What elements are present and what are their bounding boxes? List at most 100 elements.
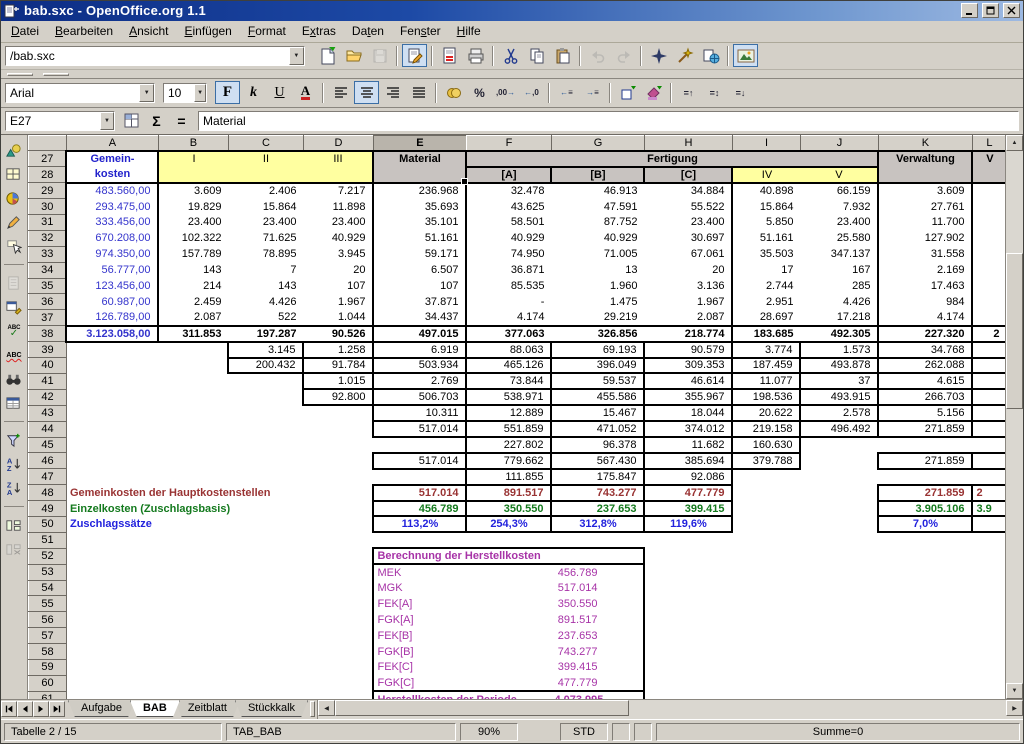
cell-I56[interactable]: [732, 612, 800, 628]
cell-H33[interactable]: 67.061: [644, 246, 732, 262]
cell-I30[interactable]: 15.864: [732, 199, 800, 215]
copy-button[interactable]: [524, 44, 549, 67]
cell-B53[interactable]: [158, 564, 228, 580]
sort-ascending-button[interactable]: AZ: [2, 452, 26, 476]
cell-E41[interactable]: 2.769: [373, 373, 466, 389]
stylist-button[interactable]: [672, 44, 697, 67]
cell-B55[interactable]: [158, 596, 228, 612]
menu-fenster[interactable]: Fenster: [392, 21, 449, 41]
cell-C45[interactable]: [228, 437, 303, 453]
cell-L30[interactable]: [972, 199, 1005, 215]
cell-B40[interactable]: [158, 358, 228, 374]
col-header-K[interactable]: K: [878, 136, 972, 151]
cell-F38[interactable]: 377.063: [466, 326, 551, 342]
scroll-up-icon[interactable]: ▲: [1006, 135, 1023, 151]
formula-input[interactable]: Material: [198, 111, 1019, 131]
cell-I51[interactable]: [732, 532, 800, 548]
cell-F47[interactable]: 111.855: [466, 469, 551, 485]
currency-button[interactable]: [441, 81, 466, 104]
cell-B38[interactable]: 311.853: [158, 326, 228, 342]
cell-A60[interactable]: [66, 675, 158, 691]
vertical-scroll-thumb[interactable]: [1006, 253, 1023, 409]
cell-B33[interactable]: 157.789: [158, 246, 228, 262]
row-header-48[interactable]: 48: [28, 485, 66, 501]
cell-C55[interactable]: [228, 596, 303, 612]
cell-K43[interactable]: 5.156: [878, 405, 972, 421]
cell-K34[interactable]: 2.169: [878, 262, 972, 278]
cell-C29[interactable]: 2.406: [228, 183, 303, 199]
cell-D37[interactable]: 1.044: [303, 310, 373, 326]
cell-B42[interactable]: [158, 389, 228, 405]
cell-J55[interactable]: [800, 596, 878, 612]
menu-einfügen[interactable]: Einfügen: [176, 21, 239, 41]
insert-cells-button[interactable]: [2, 162, 26, 186]
cell-C56[interactable]: [228, 612, 303, 628]
cell-B41[interactable]: [158, 373, 228, 389]
row-header-31[interactable]: 31: [28, 215, 66, 231]
cell-C39[interactable]: 3.145: [228, 342, 303, 358]
cell-K57[interactable]: [878, 628, 972, 644]
font-size-dropdown-icon[interactable]: ▼: [194, 84, 206, 102]
cell-F41[interactable]: 73.844: [466, 373, 551, 389]
row-header-55[interactable]: 55: [28, 596, 66, 612]
cell-I38[interactable]: 183.685: [732, 326, 800, 342]
cell-C31[interactable]: 23.400: [228, 215, 303, 231]
cell-B43[interactable]: [158, 405, 228, 421]
select-all-corner[interactable]: [28, 136, 66, 151]
cell-D42[interactable]: 92.800: [303, 389, 373, 405]
font-size-input[interactable]: [164, 85, 194, 101]
cell-A33[interactable]: 974.350,00: [66, 246, 158, 262]
cell-B56[interactable]: [158, 612, 228, 628]
cell-L51[interactable]: [972, 532, 1005, 548]
cell-E43[interactable]: 10.311: [373, 405, 466, 421]
cell-G43[interactable]: 15.467: [551, 405, 644, 421]
cell-K61[interactable]: [878, 691, 972, 699]
cell-I53[interactable]: [732, 564, 800, 580]
row-header-29[interactable]: 29: [28, 183, 66, 199]
cell-L29[interactable]: [972, 183, 1005, 199]
cell-E42[interactable]: 506.703: [373, 389, 466, 405]
cell-I49[interactable]: [732, 501, 800, 517]
cell-L57[interactable]: [972, 628, 1005, 644]
cell-B51[interactable]: [158, 532, 228, 548]
add-decimal-button[interactable]: ,00→: [493, 81, 518, 104]
cell-H55[interactable]: [644, 596, 732, 612]
cell-H31[interactable]: 23.400: [644, 215, 732, 231]
tab-split-handle[interactable]: [310, 701, 315, 717]
cell-D35[interactable]: 107: [303, 278, 373, 294]
cell-L61[interactable]: [972, 691, 1005, 699]
cell-A27[interactable]: Gemein-: [66, 151, 158, 167]
cell-J39[interactable]: 1.573: [800, 342, 878, 358]
cell-J30[interactable]: 7.932: [800, 199, 878, 215]
cell-G59[interactable]: 399.415: [551, 659, 644, 675]
cell-D36[interactable]: 1.967: [303, 294, 373, 310]
row-header-59[interactable]: 59: [28, 659, 66, 675]
cell-E60[interactable]: FGK[C]: [373, 675, 551, 691]
cell-L55[interactable]: [972, 596, 1005, 612]
cell-D29[interactable]: 7.217: [303, 183, 373, 199]
cell-C32[interactable]: 71.625: [228, 230, 303, 246]
cell-D48[interactable]: [303, 485, 373, 501]
cell-K58[interactable]: [878, 644, 972, 660]
cell-H46[interactable]: 385.694: [644, 453, 732, 469]
cell-J48[interactable]: [800, 485, 878, 501]
cell-J33[interactable]: 347.137: [800, 246, 878, 262]
row-header-61[interactable]: 61: [28, 691, 66, 699]
borders-button[interactable]: [615, 81, 640, 104]
cell-B60[interactable]: [158, 675, 228, 691]
cell-L53[interactable]: [972, 564, 1005, 580]
cell-L50[interactable]: [972, 516, 1005, 532]
find-button[interactable]: [2, 367, 26, 391]
cell-B58[interactable]: [158, 644, 228, 660]
cell-J44[interactable]: 496.492: [800, 421, 878, 437]
menu-format[interactable]: Format: [240, 21, 294, 41]
cell-F40[interactable]: 465.126: [466, 358, 551, 374]
cell-K49[interactable]: 3.905.106: [878, 501, 972, 517]
cell-C59[interactable]: [228, 659, 303, 675]
cell-K35[interactable]: 17.463: [878, 278, 972, 294]
cell-A45[interactable]: [66, 437, 158, 453]
cell-B47[interactable]: [158, 469, 228, 485]
cell-H61[interactable]: [644, 691, 732, 699]
cell-H58[interactable]: [644, 644, 732, 660]
cell-F36[interactable]: -: [466, 294, 551, 310]
